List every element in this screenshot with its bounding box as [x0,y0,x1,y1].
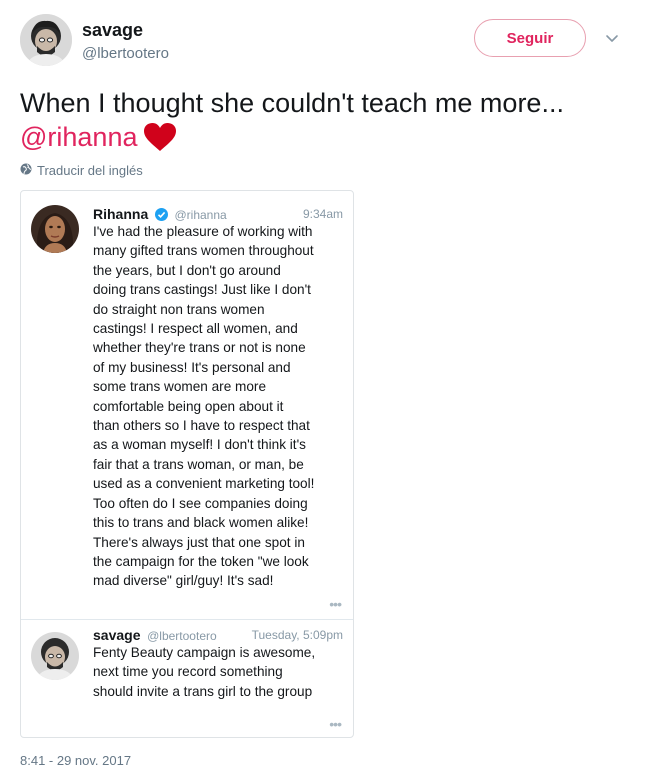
tweet-text: When I thought she couldn't teach me mor… [20,86,630,160]
savage-text: Fenty Beauty campaign is awesome, next t… [93,643,341,701]
rihanna-avatar [31,205,79,253]
text-line: mad diverse" girl/guy! It's sad! [93,573,274,589]
more-dots-icon: ••• [329,596,342,612]
text-line: doing trans castings! Just like I don't [93,282,311,298]
tweet-media[interactable]: Rihanna @rihanna 9:34am I've had the ple… [20,190,354,738]
translate-label[interactable]: Traducir del inglés [37,163,143,178]
chevron-down-icon[interactable] [602,28,622,48]
text-line: of my business! It's personal and [93,359,291,375]
author-display-name[interactable]: savage [82,19,169,41]
embedded-tweet-savage: savage @lbertootero Tuesday, 5:09pm Fent… [21,619,353,737]
heart-icon [143,122,177,160]
text-line: comfortable being open about it [93,398,284,414]
globe-icon [20,163,32,178]
text-line: There's always just that one spot in [93,534,305,550]
rihanna-time: 9:34am [302,207,343,221]
text-line: I've had the pleasure of working with [93,224,313,239]
mention-link[interactable]: @rihanna [20,122,137,152]
text-line: Fenty Beauty campaign is awesome, [93,645,316,660]
text-line: castings! I respect all women, and [93,321,298,337]
text-line: should invite a trans girl to the group [93,683,313,699]
embedded-tweet-rihanna: Rihanna @rihanna 9:34am I've had the ple… [21,191,353,619]
author-info: savage @lbertootero [82,19,169,64]
text-line: Too often do I see companies doing [93,495,308,511]
follow-button[interactable]: Seguir [474,19,586,57]
text-line: than others so I have to respect that [93,418,310,434]
text-line: this to trans and black women alike! [93,515,309,531]
text-line: many gifted trans women throughout [93,243,314,259]
text-line: whether they're trans or not is none [93,340,306,356]
author-handle[interactable]: @lbertootero [82,44,169,64]
tweet-timestamp[interactable]: 8:41 - 29 nov. 2017 [20,753,131,768]
text-line: fair that a trans woman, or man, be [93,456,304,472]
rihanna-handle: @rihanna [174,208,227,222]
text-line: next time you record something [93,664,283,680]
savage-time: Tuesday, 5:09pm [251,628,343,642]
author-avatar[interactable] [20,14,72,66]
savage-name: savage [93,627,141,643]
rihanna-name: Rihanna [93,206,149,222]
rihanna-text: I've had the pleasure of working with ma… [93,222,341,591]
savage-handle: @lbertootero [147,629,217,643]
text-line: some trans women are more [93,379,267,395]
translate-link[interactable]: Traducir del inglés [20,163,143,178]
text-line: as a woman myself! I don't think it's [93,437,306,453]
text-line: used as a convenient marketing tool! [93,476,315,492]
text-line: the years, but I don't go around [93,262,281,278]
savage-avatar [31,632,79,680]
tweet-body: When I thought she couldn't teach me mor… [20,88,564,118]
more-dots-icon: ••• [329,716,342,732]
tweet-header: savage @lbertootero Seguir [20,14,628,70]
text-line: do straight non trans women [93,301,265,317]
text-line: the campaign for the token "we look [93,553,309,569]
